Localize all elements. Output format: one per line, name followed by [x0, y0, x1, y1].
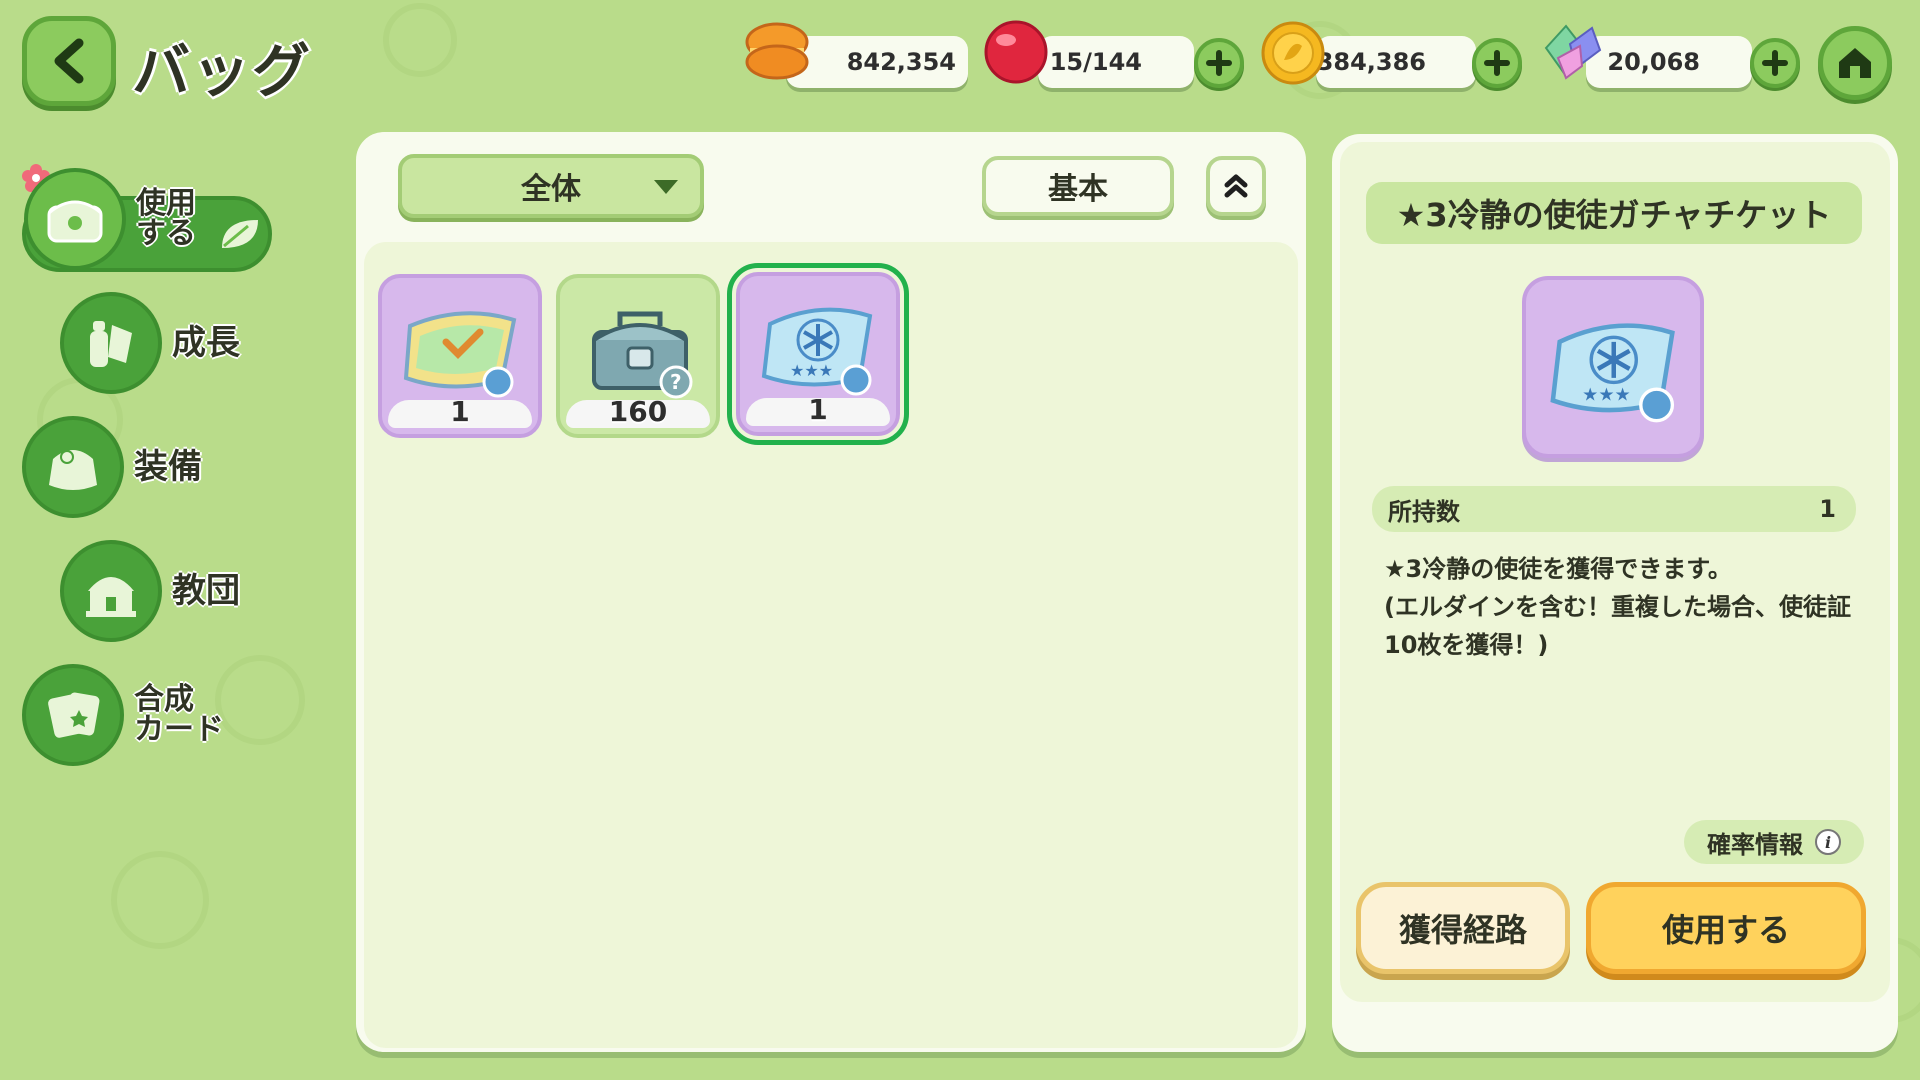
svg-text:★★★: ★★★: [790, 361, 833, 380]
currency-gold: 384,386: [1316, 36, 1476, 88]
item-description: ★3冷静の使徒を獲得できます。 (エルダインを含む！重複した場合、使徒証10枚を…: [1384, 555, 1851, 659]
gold-coin-icon: [1261, 21, 1325, 85]
rainbow-ticket-icon: [403, 311, 517, 398]
detail-title: ★3冷静の使徒ガチャチケット: [1366, 182, 1862, 244]
home-button[interactable]: [1818, 26, 1892, 100]
macaron-icon: [745, 22, 809, 80]
armor-icon: [49, 450, 97, 490]
currency-crystal-value: 20,068: [1607, 48, 1700, 76]
dropdown-arrow-icon: [654, 180, 678, 194]
owned-label: 所持数: [1388, 497, 1460, 526]
svg-text:?: ?: [670, 370, 682, 394]
currency-stamina: 15/144: [1038, 36, 1194, 88]
currency-macaron-value: 842,354: [846, 48, 956, 76]
item-count: 1: [808, 393, 828, 426]
sidebar-item-equipment-label: 装備: [134, 447, 202, 487]
sidebar-item-equipment[interactable]: 装備: [22, 416, 202, 518]
leaf-icon: [222, 220, 258, 248]
double-chevron-up-icon: [1224, 174, 1248, 198]
sidebar-order-circle: [60, 540, 162, 642]
collapse-button[interactable]: [1206, 156, 1266, 216]
sidebar-item-use-label: 使用 する: [136, 186, 196, 251]
mystery-chest-icon: ?: [592, 311, 693, 399]
potion-icon: [90, 321, 132, 367]
use-button[interactable]: 使用する: [1586, 882, 1866, 974]
inventory-slot-mystery-chest[interactable]: ? 160: [556, 274, 720, 438]
chevron-left-icon: [54, 38, 84, 84]
currency-stamina-value: 15/144: [1049, 48, 1142, 76]
home-icon: [1839, 48, 1871, 78]
info-icon: i: [1815, 829, 1841, 855]
sort-button[interactable]: 基本: [982, 156, 1174, 216]
sidebar-item-growth[interactable]: 成長: [60, 292, 240, 394]
inventory-slot-rainbow-ticket[interactable]: 1: [378, 274, 542, 438]
ice-ticket-icon: ★★★: [761, 307, 873, 396]
sidebar-item-synthesis-label: 合成 カード: [134, 682, 224, 747]
sidebar-item-order-label: 教団: [172, 571, 240, 611]
sort-button-label: 基本: [1048, 172, 1108, 207]
sidebar-use-circle: [24, 168, 126, 270]
currency-crystal: 20,068: [1586, 36, 1752, 88]
probability-info-label: 確率情報: [1707, 830, 1803, 859]
page-title: バッグ: [132, 37, 313, 105]
red-gem-icon: [984, 20, 1048, 84]
temple-icon: [86, 577, 136, 617]
rainbow-crystal-icon: [1544, 24, 1602, 80]
filter-dropdown[interactable]: 全体: [398, 154, 704, 218]
gold-plus-button[interactable]: [1472, 38, 1522, 88]
plus-icon: [1206, 50, 1232, 76]
stamina-plus-button[interactable]: [1194, 38, 1244, 88]
acquisition-route-label: 獲得経路: [1398, 911, 1527, 949]
sidebar-item-synthesis-card[interactable]: 合成 カード: [22, 664, 224, 766]
item-count: 1: [450, 395, 470, 428]
plus-icon: [1484, 50, 1510, 76]
probability-info-button[interactable]: 確率情報 i: [1684, 820, 1864, 864]
back-button[interactable]: [22, 16, 116, 106]
sidebar-item-order[interactable]: 教団: [60, 540, 240, 642]
card-icon: [48, 692, 100, 738]
detail-item-icon: ★★★: [1522, 276, 1704, 458]
sidebar-equipment-circle: [22, 416, 124, 518]
item-count: 160: [608, 395, 668, 428]
use-button-label: 使用する: [1661, 911, 1790, 949]
ice-ticket-icon: ★★★: [1550, 323, 1675, 423]
owned-value: 1: [1819, 495, 1836, 523]
chest-icon: [47, 200, 103, 243]
currency-gold-value: 384,386: [1316, 48, 1426, 76]
crystal-plus-button[interactable]: [1750, 38, 1800, 88]
sidebar-item-growth-label: 成長: [172, 323, 240, 363]
filter-dropdown-label: 全体: [521, 172, 581, 207]
inventory-slot-ice-gacha-ticket[interactable]: ★★★ 1: [727, 263, 909, 445]
svg-text:★★★: ★★★: [1582, 384, 1630, 405]
acquisition-route-button[interactable]: 獲得経路: [1356, 882, 1570, 974]
currency-macaron: 842,354: [786, 36, 968, 88]
sidebar-synthesis-circle: [22, 664, 124, 766]
sidebar-growth-circle: [60, 292, 162, 394]
owned-count-row: 所持数 1: [1372, 486, 1856, 532]
plus-icon: [1762, 50, 1788, 76]
sidebar-item-use[interactable]: 使用 する: [24, 168, 262, 270]
